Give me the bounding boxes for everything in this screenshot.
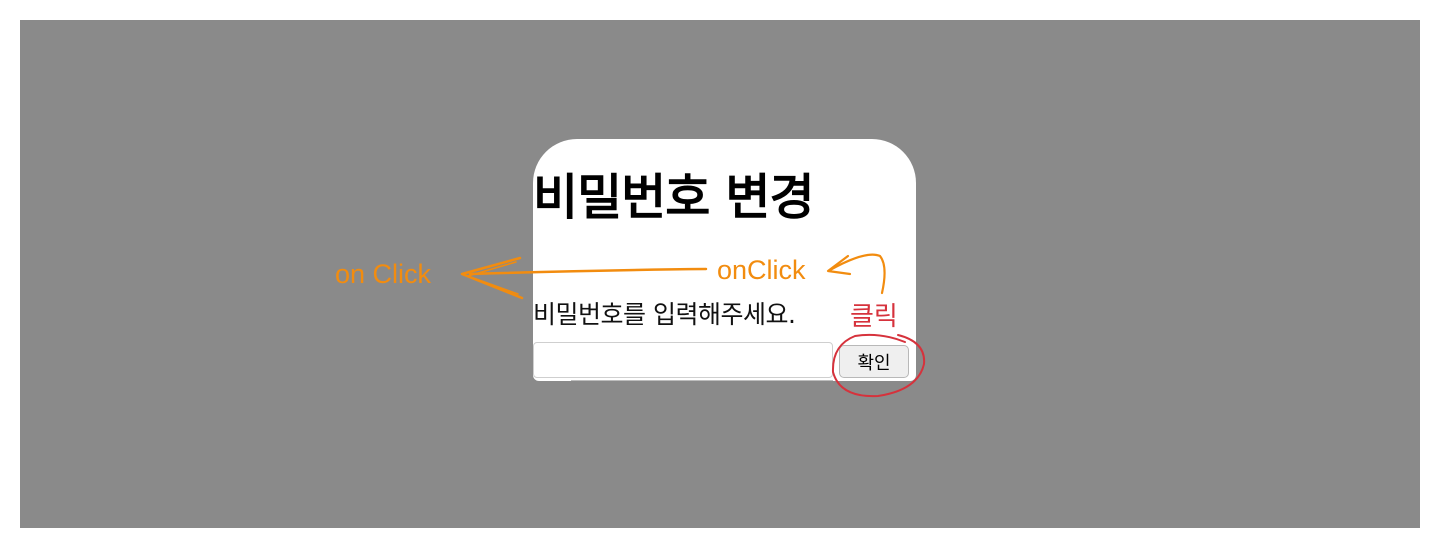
password-input[interactable]	[533, 342, 833, 378]
confirm-button[interactable]: 확인	[839, 345, 909, 378]
annotation-click-label: 클릭	[850, 301, 898, 331]
divider	[571, 380, 833, 381]
annotation-left-label: on Click	[335, 259, 432, 289]
modal-title: 비밀번호 변경	[533, 169, 815, 226]
annotation-mid-label: onClick	[717, 255, 806, 285]
modal-description: 비밀번호를 입력해주세요.	[533, 300, 796, 329]
